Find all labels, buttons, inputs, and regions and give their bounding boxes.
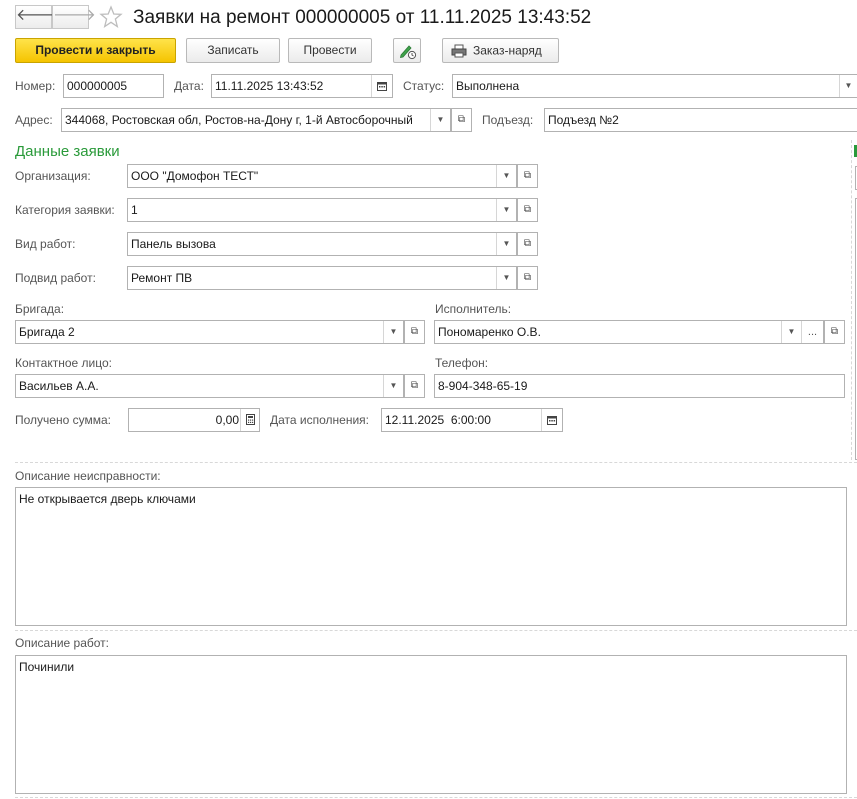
status-value: Выполнена	[456, 79, 520, 93]
date-value: 11.11.2025 13:43:52	[215, 79, 324, 93]
calculator-icon[interactable]	[240, 409, 259, 431]
section-divider	[15, 462, 857, 463]
chevron-down-icon[interactable]: ▼	[383, 375, 403, 397]
executor-select[interactable]: Пономаренко О.В. ▼ ...	[434, 320, 824, 344]
category-select[interactable]: 1 ▼	[127, 198, 517, 222]
address-label: Адрес:	[15, 113, 53, 127]
brigade-label: Бригада:	[15, 302, 65, 316]
brigade-open-icon[interactable]: ⧉	[404, 320, 425, 344]
forward-button[interactable]: 🡒	[52, 5, 96, 29]
work-description-textarea[interactable]: Починили	[15, 655, 847, 794]
work-type-open-icon[interactable]: ⧉	[517, 232, 538, 256]
organization-open-icon[interactable]: ⧉	[517, 164, 538, 188]
arrow-right-icon: 🡒	[53, 7, 96, 24]
right-panel-divider	[851, 140, 852, 460]
address-select[interactable]: 344068, Ростовская обл, Ростов-на-Дону г…	[61, 108, 451, 132]
ellipsis-icon[interactable]: ...	[801, 321, 823, 343]
work-type-value: Панель вызова	[131, 237, 216, 251]
calendar-icon[interactable]	[371, 75, 392, 97]
section-title: Данные заявки	[15, 143, 120, 160]
chevron-down-icon[interactable]: ▼	[496, 165, 516, 187]
phone-label: Телефон:	[435, 356, 489, 370]
exec-date-field[interactable]: 12.11.2025 6:00:00	[381, 408, 563, 432]
favorite-star-icon[interactable]	[99, 5, 123, 29]
address-value: 344068, Ростовская обл, Ростов-на-Дону г…	[65, 113, 413, 127]
chevron-down-icon[interactable]: ▼	[383, 321, 403, 343]
executor-value: Пономаренко О.В.	[438, 325, 541, 339]
save-button[interactable]: Записать	[186, 38, 280, 63]
entrance-field[interactable]: Подъезд №2	[544, 108, 857, 132]
amount-field[interactable]: 0,00	[128, 408, 260, 432]
work-subtype-open-icon[interactable]: ⧉	[517, 266, 538, 290]
contact-label: Контактное лицо:	[15, 356, 112, 370]
date-field[interactable]: 11.11.2025 13:43:52	[211, 74, 393, 98]
entrance-label: Подъезд:	[482, 113, 534, 127]
exec-date-value: 12.11.2025 6:00:00	[385, 413, 491, 427]
number-label: Номер:	[15, 79, 56, 93]
category-open-icon[interactable]: ⧉	[517, 198, 538, 222]
organization-select[interactable]: ООО "Домофон ТЕСТ" ▼	[127, 164, 517, 188]
executor-open-icon[interactable]: ⧉	[824, 320, 845, 344]
section-divider	[15, 630, 857, 631]
pencil-clock-icon	[399, 45, 417, 60]
back-button[interactable]: 🡐	[15, 5, 59, 29]
organization-label: Организация:	[15, 169, 91, 183]
contact-value: Васильев А.А.	[19, 379, 99, 393]
contact-select[interactable]: Васильев А.А. ▼	[15, 374, 404, 398]
amount-label: Получено сумма:	[15, 413, 111, 427]
work-type-select[interactable]: Панель вызова ▼	[127, 232, 517, 256]
brigade-value: Бригада 2	[19, 325, 75, 339]
category-value: 1	[131, 203, 138, 217]
post-and-close-button[interactable]: Провести и закрыть	[15, 38, 176, 63]
work-subtype-label: Подвид работ:	[15, 271, 96, 285]
status-label: Статус:	[403, 79, 445, 93]
chevron-down-icon[interactable]: ▼	[496, 233, 516, 255]
chevron-down-icon[interactable]: ▼	[496, 199, 516, 221]
category-label: Категория заявки:	[15, 203, 115, 217]
chevron-down-icon[interactable]: ▼	[496, 267, 516, 289]
edit-history-button[interactable]	[393, 38, 421, 63]
page-title: Заявки на ремонт 000000005 от 11.11.2025…	[133, 7, 592, 28]
printer-icon	[451, 44, 467, 58]
executor-label: Исполнитель:	[435, 302, 512, 316]
exec-date-label: Дата исполнения:	[270, 413, 369, 427]
calendar-icon[interactable]	[541, 409, 562, 431]
post-button[interactable]: Провести	[288, 38, 372, 63]
number-field[interactable]: 000000005	[63, 74, 164, 98]
status-select[interactable]: Выполнена ▼	[452, 74, 857, 98]
date-label: Дата:	[174, 79, 204, 93]
work-description-label: Описание работ:	[15, 636, 110, 650]
chevron-down-icon[interactable]: ▼	[781, 321, 801, 343]
amount-value: 0,00	[215, 413, 239, 427]
work-order-label: Заказ-наряд	[473, 43, 542, 58]
brigade-select[interactable]: Бригада 2 ▼	[15, 320, 404, 344]
organization-value: ООО "Домофон ТЕСТ"	[131, 169, 259, 183]
work-subtype-select[interactable]: Ремонт ПВ ▼	[127, 266, 517, 290]
bottom-divider	[15, 797, 857, 798]
fault-description-textarea[interactable]: Не открывается дверь ключами	[15, 487, 847, 626]
work-order-button[interactable]: Заказ-наряд	[442, 38, 559, 63]
phone-field[interactable]: 8-904-348-65-19	[434, 374, 845, 398]
chevron-down-icon[interactable]: ▼	[430, 109, 450, 131]
fault-description-label: Описание неисправности:	[15, 469, 161, 483]
chevron-down-icon[interactable]: ▼	[839, 75, 857, 97]
work-type-label: Вид работ:	[15, 237, 76, 251]
address-open-icon[interactable]: ⧉	[451, 108, 472, 132]
contact-open-icon[interactable]: ⧉	[404, 374, 425, 398]
work-subtype-value: Ремонт ПВ	[131, 271, 193, 285]
